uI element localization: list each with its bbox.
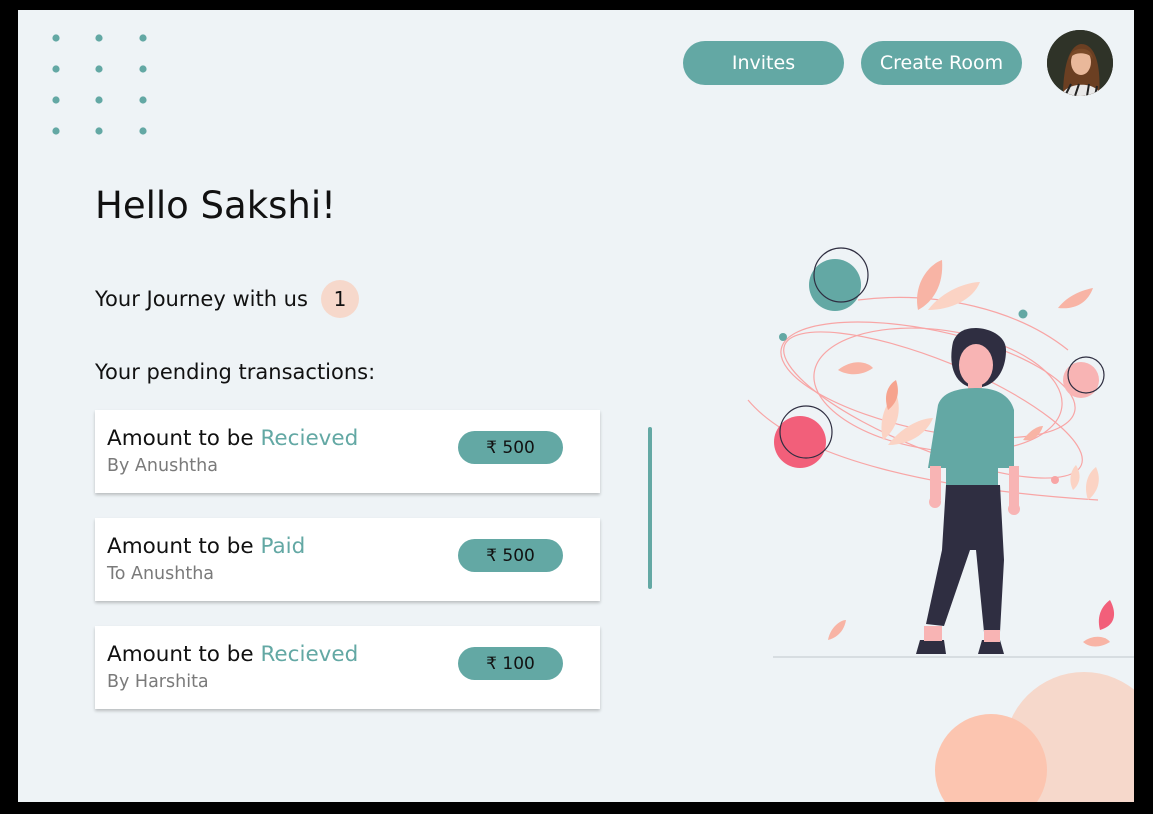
transaction-amount-badge[interactable]: ₹ 500 — [458, 539, 563, 572]
app-frame: Invites Create Room Hello Sakshi! Your J… — [18, 10, 1134, 802]
greeting-heading: Hello Sakshi! — [95, 184, 336, 227]
dot-grid-icon — [52, 34, 147, 135]
invites-button[interactable]: Invites — [683, 41, 844, 85]
transaction-heading: Amount to be Paid — [107, 534, 305, 559]
transaction-card[interactable]: Amount to be Paid To Anushtha ₹ 500 — [95, 518, 600, 601]
user-avatar[interactable] — [1047, 30, 1113, 96]
transaction-counterparty: To Anushtha — [107, 564, 215, 584]
transaction-heading: Amount to be Recieved — [107, 426, 358, 451]
transaction-amount-badge[interactable]: ₹ 100 — [458, 647, 563, 680]
transaction-prefix: Amount to be — [107, 426, 261, 451]
transactions-scrollbar[interactable] — [648, 427, 652, 589]
woman-standing-illustration — [747, 247, 1134, 658]
journey-row: Your Journey with us 1 — [95, 280, 359, 318]
create-room-button[interactable]: Create Room — [861, 41, 1022, 85]
transaction-card[interactable]: Amount to be Recieved By Anushtha ₹ 500 — [95, 410, 600, 493]
journey-label: Your Journey with us — [95, 287, 308, 311]
transaction-status: Recieved — [260, 642, 359, 667]
transaction-heading: Amount to be Recieved — [107, 642, 358, 667]
avatar-image — [1047, 30, 1113, 96]
transaction-prefix: Amount to be — [107, 534, 261, 559]
transaction-status: Recieved — [260, 426, 359, 451]
pending-transactions-title: Your pending transactions: — [95, 360, 376, 384]
transaction-prefix: Amount to be — [107, 642, 261, 667]
transaction-counterparty: By Harshita — [107, 672, 209, 692]
transaction-amount-badge[interactable]: ₹ 500 — [458, 431, 563, 464]
journey-count-badge: 1 — [320, 280, 359, 318]
transaction-card[interactable]: Amount to be Recieved By Harshita ₹ 100 — [95, 626, 600, 709]
transaction-status: Paid — [260, 534, 306, 559]
transaction-counterparty: By Anushtha — [107, 456, 218, 476]
